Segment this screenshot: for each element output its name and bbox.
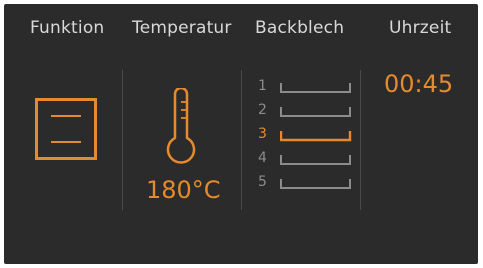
header-time[interactable]: Uhrzeit bbox=[389, 18, 451, 38]
tray-level-number: 2 bbox=[258, 102, 267, 118]
tray-rack-icon bbox=[280, 155, 351, 165]
tray-rack-icon bbox=[280, 107, 351, 117]
tray-level-number: 3 bbox=[258, 126, 267, 142]
top-bottom-heat-icon[interactable] bbox=[35, 98, 97, 160]
header-tray[interactable]: Backblech bbox=[255, 18, 344, 38]
top-heat-line bbox=[51, 115, 81, 117]
tray-rack-icon bbox=[280, 83, 351, 93]
tray-rack-icon bbox=[280, 131, 352, 142]
tray-rack-icon bbox=[280, 179, 351, 189]
thermometer-icon[interactable] bbox=[164, 86, 198, 168]
oven-control-panel: Funktion Temperatur Backblech Uhrzeit 18… bbox=[4, 4, 478, 264]
header-function[interactable]: Funktion bbox=[30, 18, 104, 38]
time-value[interactable]: 00:45 bbox=[384, 70, 453, 98]
tray-level-number: 1 bbox=[258, 78, 267, 94]
divider bbox=[241, 70, 242, 210]
bottom-heat-line bbox=[51, 141, 81, 143]
tray-level-number: 4 bbox=[258, 150, 267, 166]
divider bbox=[122, 70, 123, 210]
header-temperature[interactable]: Temperatur bbox=[132, 18, 232, 38]
temperature-value[interactable]: 180°C bbox=[146, 176, 221, 204]
tray-level-number: 5 bbox=[258, 174, 267, 190]
divider bbox=[360, 70, 361, 210]
